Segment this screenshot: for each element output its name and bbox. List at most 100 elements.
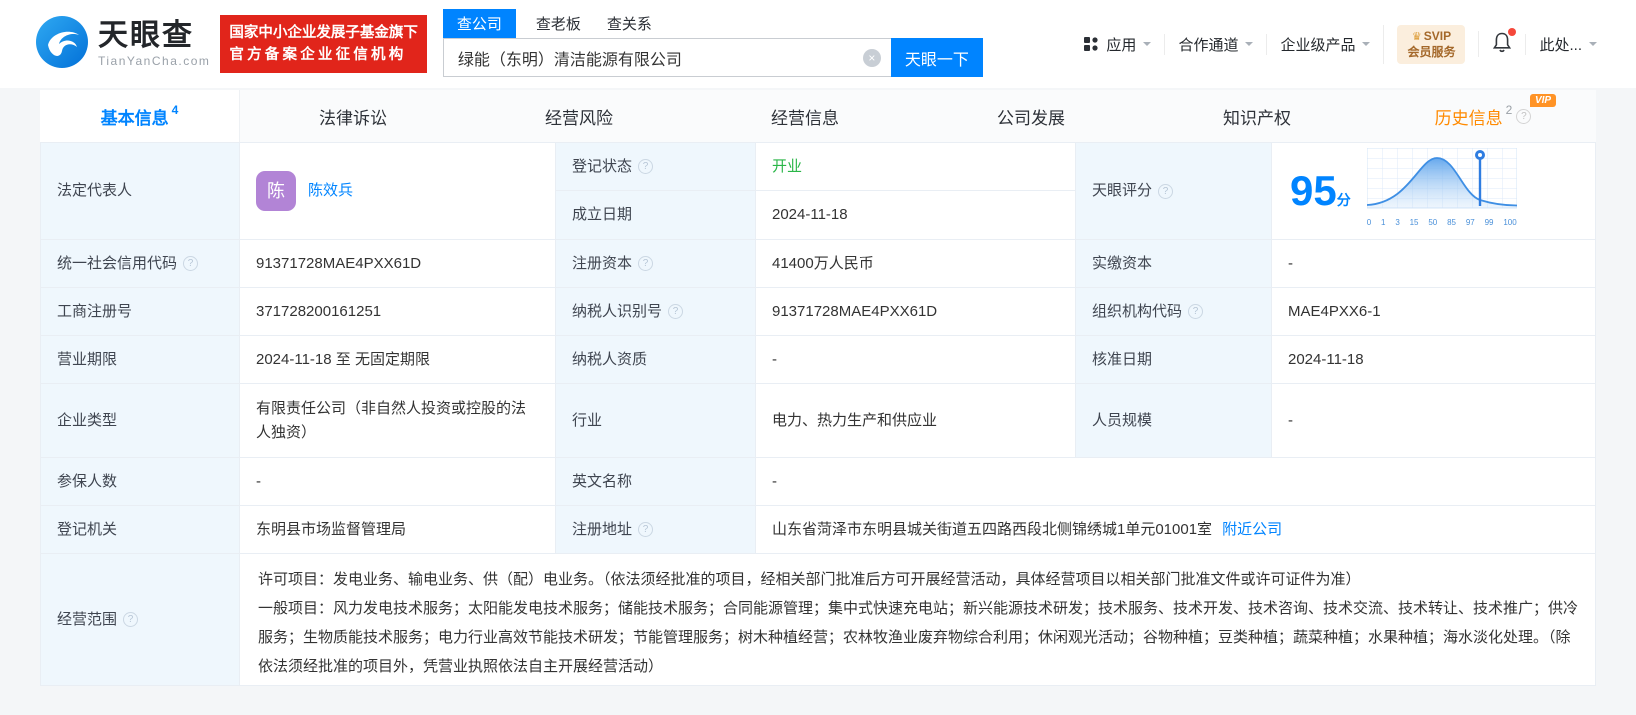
field-label-reg-authority: 登记机关 — [41, 506, 240, 553]
tianyancha-logo[interactable]: 天眼查 TianYanCha.com — [36, 15, 211, 73]
search-input[interactable] — [457, 48, 863, 67]
staff-size-value: - — [1288, 411, 1293, 429]
help-icon[interactable]: ? — [1158, 183, 1174, 199]
legal-rep-cell: 陈 陈效兵 — [240, 143, 556, 239]
tab-intellectual-property-label: 知识产权 — [1223, 108, 1291, 128]
help-icon[interactable]: ? — [638, 522, 654, 537]
establish-date-value: 2024-11-18 — [772, 206, 848, 223]
tab-history-count: 2 — [1505, 103, 1513, 117]
org-code-value: MAE4PXX6-1 — [1288, 302, 1381, 320]
svip-member-button[interactable]: ♛ SVIP 会员服务 — [1397, 24, 1466, 64]
search-tab-boss[interactable]: 查老板 — [536, 13, 581, 38]
cert-line-1: 国家中小企业发展子基金旗下 — [229, 25, 418, 41]
english-name-value: - — [772, 472, 777, 490]
reg-status-value: 开业 — [772, 157, 803, 175]
industry-value: 电力、热力生产和供应业 — [756, 384, 1076, 457]
paid-capital-value: - — [1288, 254, 1293, 272]
avatar[interactable]: 陈 — [256, 171, 296, 211]
insured-count-value: - — [240, 458, 556, 505]
help-icon[interactable]: ? — [1188, 304, 1204, 319]
tab-company-development[interactable]: 公司发展 — [918, 90, 1144, 142]
tab-operation-risk-label: 经营风险 — [545, 108, 613, 128]
help-icon[interactable]: ? — [638, 159, 654, 174]
top-nav: 应用 合作通道 企业级产品 ♛ SVIP 会员服务 此处... — [1070, 24, 1610, 64]
score-value: 95 — [1290, 166, 1337, 214]
score-unit: 分 — [1336, 191, 1351, 208]
brand-name: 天眼查 — [98, 19, 194, 52]
vip-badge: VIP — [1529, 94, 1557, 107]
nav-user-menu[interactable]: 此处... — [1525, 33, 1610, 55]
search-tabs: 查公司 查老板 查关系 — [442, 9, 983, 38]
help-icon[interactable]: ? — [123, 612, 139, 627]
field-label-reg-address: 注册地址 ? — [556, 506, 756, 553]
help-icon[interactable]: ? — [183, 256, 199, 271]
tab-business-info[interactable]: 经营信息 — [692, 90, 918, 142]
svip-label: SVIP — [1423, 28, 1452, 43]
business-scope-value: 许可项目：发电业务、输电业务、供（配）电业务。（依法须经批准的项目，经相关部门批… — [240, 554, 1596, 685]
tab-history-info-label: 历史信息 — [1434, 108, 1503, 128]
tab-business-info-label: 经营信息 — [771, 108, 839, 128]
chevron-down-icon — [1143, 42, 1152, 50]
logo-eye-icon — [36, 15, 88, 73]
crown-icon: ♛ — [1411, 30, 1422, 43]
search-tab-company[interactable]: 查公司 — [442, 9, 516, 38]
section-tabbar: 基本信息 4 法律诉讼 经营风险 经营信息 公司发展 知识产权 VIP 历史信息… — [40, 90, 1596, 142]
help-icon[interactable]: ? — [1516, 108, 1532, 124]
search-button[interactable]: 天眼一下 — [890, 38, 983, 77]
apps-grid-icon — [1083, 36, 1099, 52]
taxpayer-quality-value: - — [756, 336, 1076, 383]
nav-apps-label: 应用 — [1106, 36, 1137, 54]
reg-address-value: 山东省菏泽市东明县城关街道五四路西段北侧锦绣城1单元01001室 附近公司 — [756, 506, 1596, 553]
nav-partner-label: 合作通道 — [1178, 36, 1239, 54]
score-chart-axis: 0 1 3 15 50 85 97 99 100 — [1366, 217, 1517, 227]
chevron-down-icon — [1245, 42, 1254, 50]
field-label-insured-count: 参保人数 — [41, 458, 240, 505]
chevron-down-icon — [1362, 42, 1371, 50]
legal-rep-link[interactable]: 陈效兵 — [308, 179, 353, 203]
reg-capital-value: 41400万人民币 — [756, 240, 1076, 287]
svip-service-label: 会员服务 — [1407, 44, 1456, 59]
field-label-company-type: 企业类型 — [41, 384, 240, 457]
field-label-paid-capital: 实缴资本 — [1076, 240, 1272, 287]
help-icon[interactable]: ? — [668, 304, 684, 319]
field-label-org-code: 组织机构代码 ? — [1076, 288, 1272, 335]
search-tab-relation[interactable]: 查关系 — [607, 13, 652, 38]
user-name: 此处... — [1539, 36, 1582, 54]
field-label-legal-rep: 法定代表人 — [41, 143, 240, 239]
business-scope-licensed: 许可项目：发电业务、输电业务、供（配）电业务。（依法须经批准的项目，经相关部门批… — [258, 571, 1361, 588]
tab-intellectual-property[interactable]: 知识产权 — [1144, 90, 1370, 142]
field-label-business-scope: 经营范围 ? — [41, 554, 240, 685]
search-area: 查公司 查老板 查关系 × 天眼一下 — [442, 9, 983, 77]
tab-history-info[interactable]: VIP 历史信息 2 ? — [1370, 90, 1596, 142]
nav-partner-channel[interactable]: 合作通道 — [1164, 33, 1266, 55]
field-label-industry: 行业 — [556, 384, 756, 457]
tab-legal-lawsuits[interactable]: 法律诉讼 — [240, 90, 466, 142]
nav-notifications[interactable] — [1478, 28, 1525, 57]
tab-company-development-label: 公司发展 — [997, 108, 1065, 128]
clear-search-icon[interactable]: × — [862, 48, 881, 67]
field-label-english-name: 英文名称 — [556, 458, 756, 505]
business-scope-general: 一般项目：风力发电技术服务；太阳能发电技术服务；储能技术服务；合同能源管理；集中… — [258, 600, 1579, 675]
field-label-reg-number: 工商注册号 — [41, 288, 240, 335]
cert-line-2: 官方备案企业征信机构 — [229, 47, 407, 63]
reg-number-value: 371728200161251 — [240, 288, 556, 335]
approval-date-value: 2024-11-18 — [1288, 350, 1364, 368]
tab-basic-info-count: 4 — [171, 103, 179, 117]
field-label-establish-date: 成立日期 — [556, 191, 756, 239]
brand-domain: TianYanCha.com — [98, 54, 211, 68]
tab-basic-info[interactable]: 基本信息 4 — [40, 90, 240, 142]
nav-apps[interactable]: 应用 — [1070, 34, 1164, 55]
help-icon[interactable]: ? — [638, 256, 654, 271]
field-label-reg-capital: 注册资本 ? — [556, 240, 756, 287]
nav-vip-service: ♛ SVIP 会员服务 — [1383, 24, 1478, 64]
reg-authority-value: 东明县市场监督管理局 — [240, 506, 556, 553]
nav-enterprise-products[interactable]: 企业级产品 — [1266, 33, 1383, 55]
tianyan-score-cell: 95分 0 1 3 15 50 85 97 99 100 — [1272, 143, 1596, 239]
tab-operation-risk[interactable]: 经营风险 — [466, 90, 692, 142]
field-label-taxpayer-quality: 纳税人资质 — [556, 336, 756, 383]
nearby-companies-link[interactable]: 附近公司 — [1222, 518, 1282, 542]
page: 天眼查 TianYanCha.com 国家中小企业发展子基金旗下 官方备案企业征… — [0, 0, 1636, 715]
score-distribution-chart: 0 1 3 15 50 85 97 99 100 — [1366, 147, 1517, 235]
top-header: 天眼查 TianYanCha.com 国家中小企业发展子基金旗下 官方备案企业征… — [0, 0, 1636, 88]
tab-basic-info-label: 基本信息 — [100, 108, 169, 128]
